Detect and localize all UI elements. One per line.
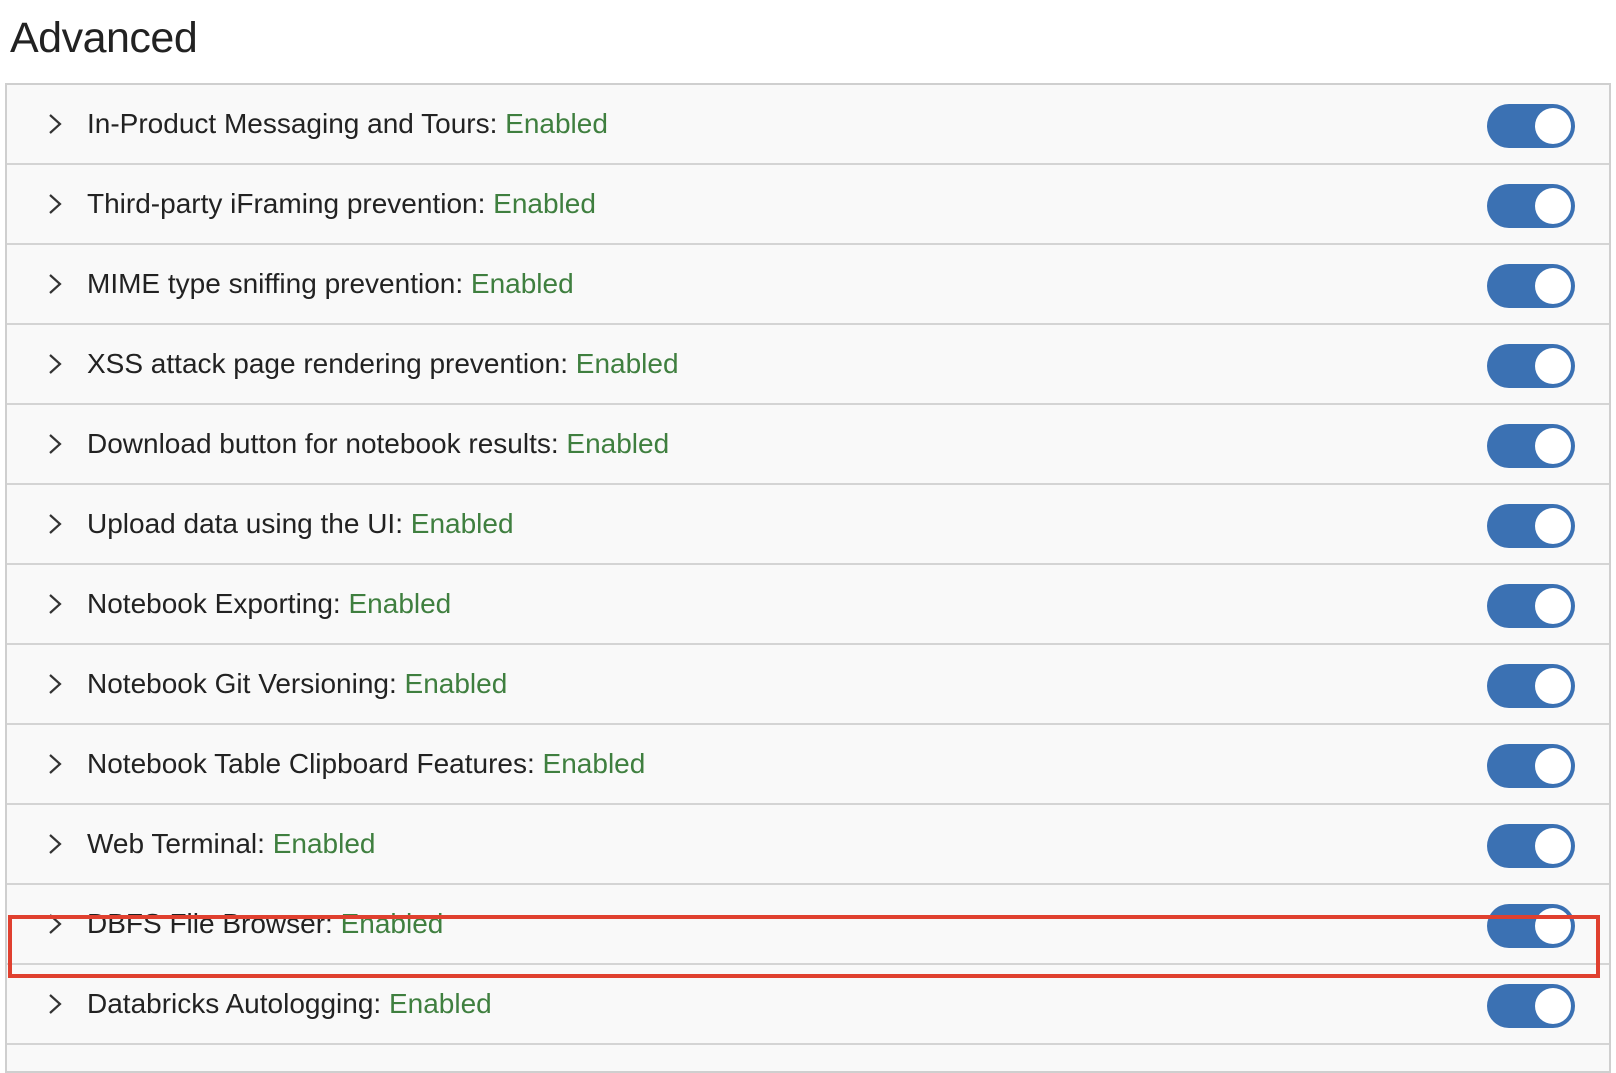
toggle-knob <box>1535 908 1571 944</box>
setting-name: Download button for notebook results: <box>87 428 559 459</box>
chevron-right-icon[interactable] <box>45 272 65 296</box>
toggle-knob <box>1535 588 1571 624</box>
chevron-right-icon[interactable] <box>45 192 65 216</box>
setting-name: MIME type sniffing prevention: <box>87 268 464 299</box>
setting-status: Enabled <box>505 108 608 139</box>
chevron-right-icon[interactable] <box>45 912 65 936</box>
setting-row[interactable]: MIME type sniffing prevention: Enabled <box>7 245 1609 325</box>
setting-row[interactable]: Notebook Exporting: Enabled <box>7 565 1609 645</box>
setting-status: Enabled <box>470 268 574 299</box>
setting-label: Third-party iFraming prevention: Enabled <box>87 165 596 243</box>
toggle-knob <box>1535 668 1571 704</box>
setting-row[interactable]: XSS attack page rendering prevention: En… <box>7 325 1609 405</box>
setting-row[interactable]: Upload data using the UI: Enabled <box>7 485 1609 565</box>
chevron-right-icon[interactable] <box>45 992 65 1016</box>
setting-label: Upload data using the UI: Enabled <box>87 485 514 563</box>
setting-toggle[interactable] <box>1487 584 1575 628</box>
setting-label: In-Product Messaging and Tours: Enabled <box>87 85 608 163</box>
setting-name: Upload data using the UI: <box>87 508 403 539</box>
setting-status: Enabled <box>388 988 492 1019</box>
toggle-knob <box>1535 428 1571 464</box>
setting-status: Enabled <box>410 508 514 539</box>
settings-list: In-Product Messaging and Tours: Enabled … <box>5 83 1611 1073</box>
setting-toggle[interactable] <box>1487 264 1575 308</box>
setting-toggle[interactable] <box>1487 744 1575 788</box>
setting-row[interactable]: Download button for notebook results: En… <box>7 405 1609 485</box>
page-title: Advanced <box>10 14 198 62</box>
toggle-knob <box>1535 508 1571 544</box>
setting-toggle[interactable] <box>1487 904 1575 948</box>
setting-label: Download button for notebook results: En… <box>87 405 669 483</box>
toggle-knob <box>1535 268 1571 304</box>
setting-status: Enabled <box>566 428 670 459</box>
setting-label: Notebook Exporting: Enabled <box>87 565 451 643</box>
chevron-right-icon[interactable] <box>45 672 65 696</box>
setting-label: MIME type sniffing prevention: Enabled <box>87 245 574 323</box>
toggle-knob <box>1535 188 1571 224</box>
toggle-knob <box>1535 988 1571 1024</box>
setting-name: Databricks Autologging: <box>87 988 382 1019</box>
setting-status: Enabled <box>575 348 679 379</box>
setting-name: Notebook Exporting: <box>87 588 341 619</box>
setting-row[interactable]: Notebook Git Versioning: Enabled <box>7 645 1609 725</box>
setting-name: Web Terminal: <box>87 828 265 859</box>
setting-label: DBFS File Browser: Enabled <box>87 885 443 963</box>
setting-row[interactable]: Databricks Autologging: Enabled <box>7 965 1609 1045</box>
chevron-right-icon[interactable] <box>45 592 65 616</box>
setting-name: DBFS File Browser: <box>87 908 333 939</box>
setting-toggle[interactable] <box>1487 104 1575 148</box>
setting-name: In-Product Messaging and Tours: <box>87 108 498 139</box>
setting-status: Enabled <box>348 588 452 619</box>
setting-row[interactable]: Third-party iFraming prevention: Enabled <box>7 165 1609 245</box>
toggle-knob <box>1535 828 1571 864</box>
chevron-right-icon[interactable] <box>45 352 65 376</box>
setting-label: Web Terminal: Enabled <box>87 805 375 883</box>
chevron-right-icon[interactable] <box>45 112 65 136</box>
setting-name: Notebook Table Clipboard Features: <box>87 748 535 779</box>
setting-status: Enabled <box>404 668 508 699</box>
toggle-knob <box>1535 348 1571 384</box>
setting-label: Notebook Table Clipboard Features: Enabl… <box>87 725 645 803</box>
setting-toggle[interactable] <box>1487 344 1575 388</box>
toggle-knob <box>1535 748 1571 784</box>
setting-row[interactable]: DBFS File Browser: Enabled <box>7 885 1609 965</box>
setting-toggle[interactable] <box>1487 424 1575 468</box>
setting-status: Enabled <box>493 188 596 219</box>
chevron-right-icon[interactable] <box>45 752 65 776</box>
chevron-right-icon[interactable] <box>45 832 65 856</box>
chevron-right-icon[interactable] <box>45 432 65 456</box>
setting-toggle[interactable] <box>1487 664 1575 708</box>
setting-label: Notebook Git Versioning: Enabled <box>87 645 507 723</box>
setting-name: Notebook Git Versioning: <box>87 668 397 699</box>
setting-status: Enabled <box>542 748 646 779</box>
toggle-knob <box>1535 108 1571 144</box>
setting-label: XSS attack page rendering prevention: En… <box>87 325 679 403</box>
setting-toggle[interactable] <box>1487 824 1575 868</box>
chevron-right-icon[interactable] <box>45 512 65 536</box>
setting-label: Databricks Autologging: Enabled <box>87 965 492 1043</box>
setting-row[interactable]: Web Terminal: Enabled <box>7 805 1609 885</box>
setting-name: XSS attack page rendering prevention: <box>87 348 568 379</box>
setting-toggle[interactable] <box>1487 504 1575 548</box>
setting-name: Third-party iFraming prevention: <box>87 188 486 219</box>
setting-status: Enabled <box>340 908 444 939</box>
setting-toggle[interactable] <box>1487 984 1575 1028</box>
setting-row[interactable]: Notebook Table Clipboard Features: Enabl… <box>7 725 1609 805</box>
setting-row[interactable]: In-Product Messaging and Tours: Enabled <box>7 85 1609 165</box>
setting-toggle[interactable] <box>1487 184 1575 228</box>
setting-status: Enabled <box>272 828 376 859</box>
